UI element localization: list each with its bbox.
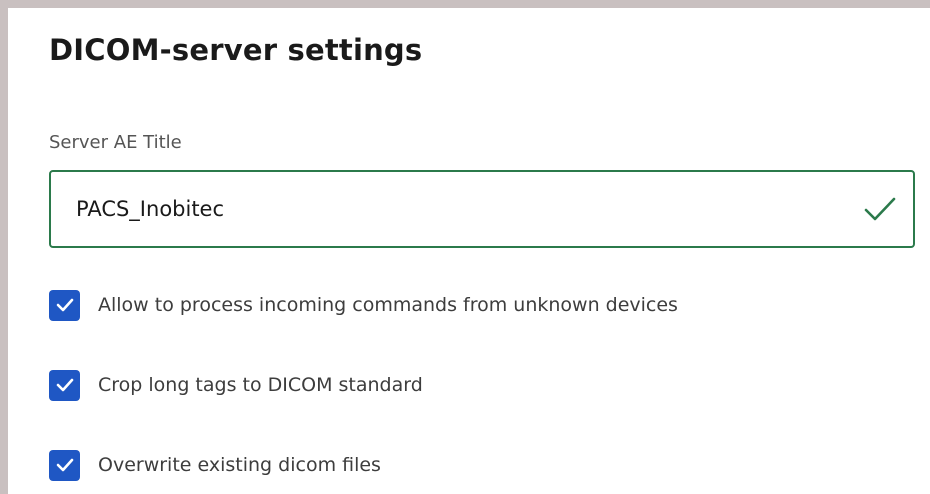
checkmark-icon <box>56 298 73 312</box>
server-ae-title-input[interactable] <box>76 172 836 246</box>
crop-long-tags-label: Crop long tags to DICOM standard <box>98 374 423 396</box>
crop-long-tags-checkbox[interactable] <box>49 369 80 401</box>
option-allow-unknown-devices[interactable]: Allow to process incoming commands from … <box>49 289 678 321</box>
overwrite-files-checkbox[interactable] <box>49 449 80 481</box>
server-ae-title-field[interactable] <box>49 170 915 248</box>
valid-checkmark-icon <box>864 197 896 221</box>
allow-unknown-devices-checkbox[interactable] <box>49 289 80 321</box>
option-crop-long-tags[interactable]: Crop long tags to DICOM standard <box>49 369 423 401</box>
checkmark-icon <box>56 378 73 392</box>
option-overwrite-files[interactable]: Overwrite existing dicom files <box>49 449 381 481</box>
checkmark-icon <box>56 458 73 472</box>
allow-unknown-devices-label: Allow to process incoming commands from … <box>98 294 678 316</box>
server-ae-title-label: Server AE Title <box>49 132 182 153</box>
page-title: DICOM-server settings <box>49 33 423 67</box>
settings-panel: DICOM-server settings Server AE Title Al… <box>0 0 930 494</box>
overwrite-files-label: Overwrite existing dicom files <box>98 454 381 476</box>
